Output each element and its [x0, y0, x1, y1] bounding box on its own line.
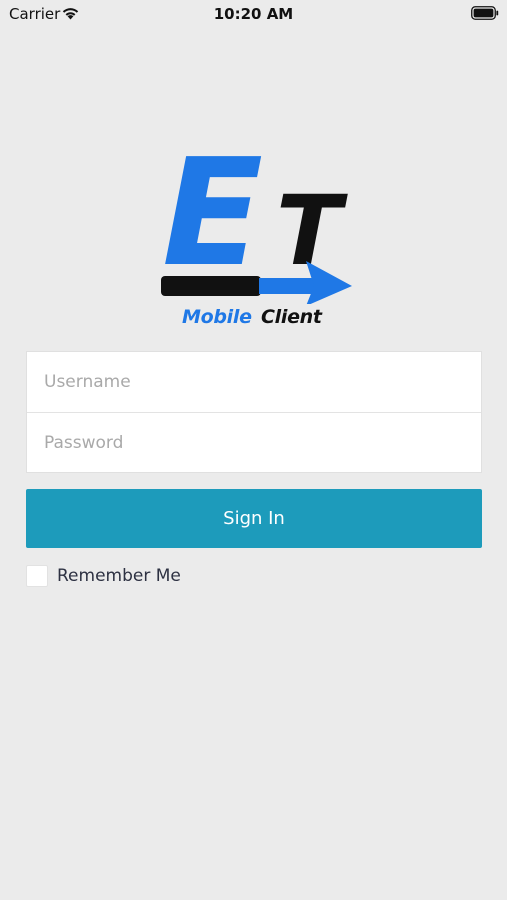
status-bar: Carrier 10:20 AM: [0, 0, 507, 28]
battery-icon: [471, 6, 499, 20]
login-form: [26, 351, 482, 473]
remember-me-checkbox[interactable]: [26, 565, 48, 587]
remember-me-row: Remember Me: [26, 564, 181, 588]
remember-me-label[interactable]: Remember Me: [57, 566, 181, 586]
logo-caption-mobile: Mobile: [182, 306, 252, 328]
logo-caption-client: Client: [261, 306, 322, 328]
sign-in-label: Sign In: [223, 508, 285, 529]
logo-arrow-shaft: [259, 278, 315, 294]
logo-bar: [161, 276, 261, 296]
logo-mark: E T: [161, 127, 352, 306]
sign-in-button[interactable]: Sign In: [26, 489, 482, 548]
password-input[interactable]: [27, 413, 481, 473]
app-logo: E T Mobile Client: [158, 127, 358, 336]
clock-time: 10:20 AM: [213, 5, 294, 23]
username-input[interactable]: [27, 352, 481, 412]
